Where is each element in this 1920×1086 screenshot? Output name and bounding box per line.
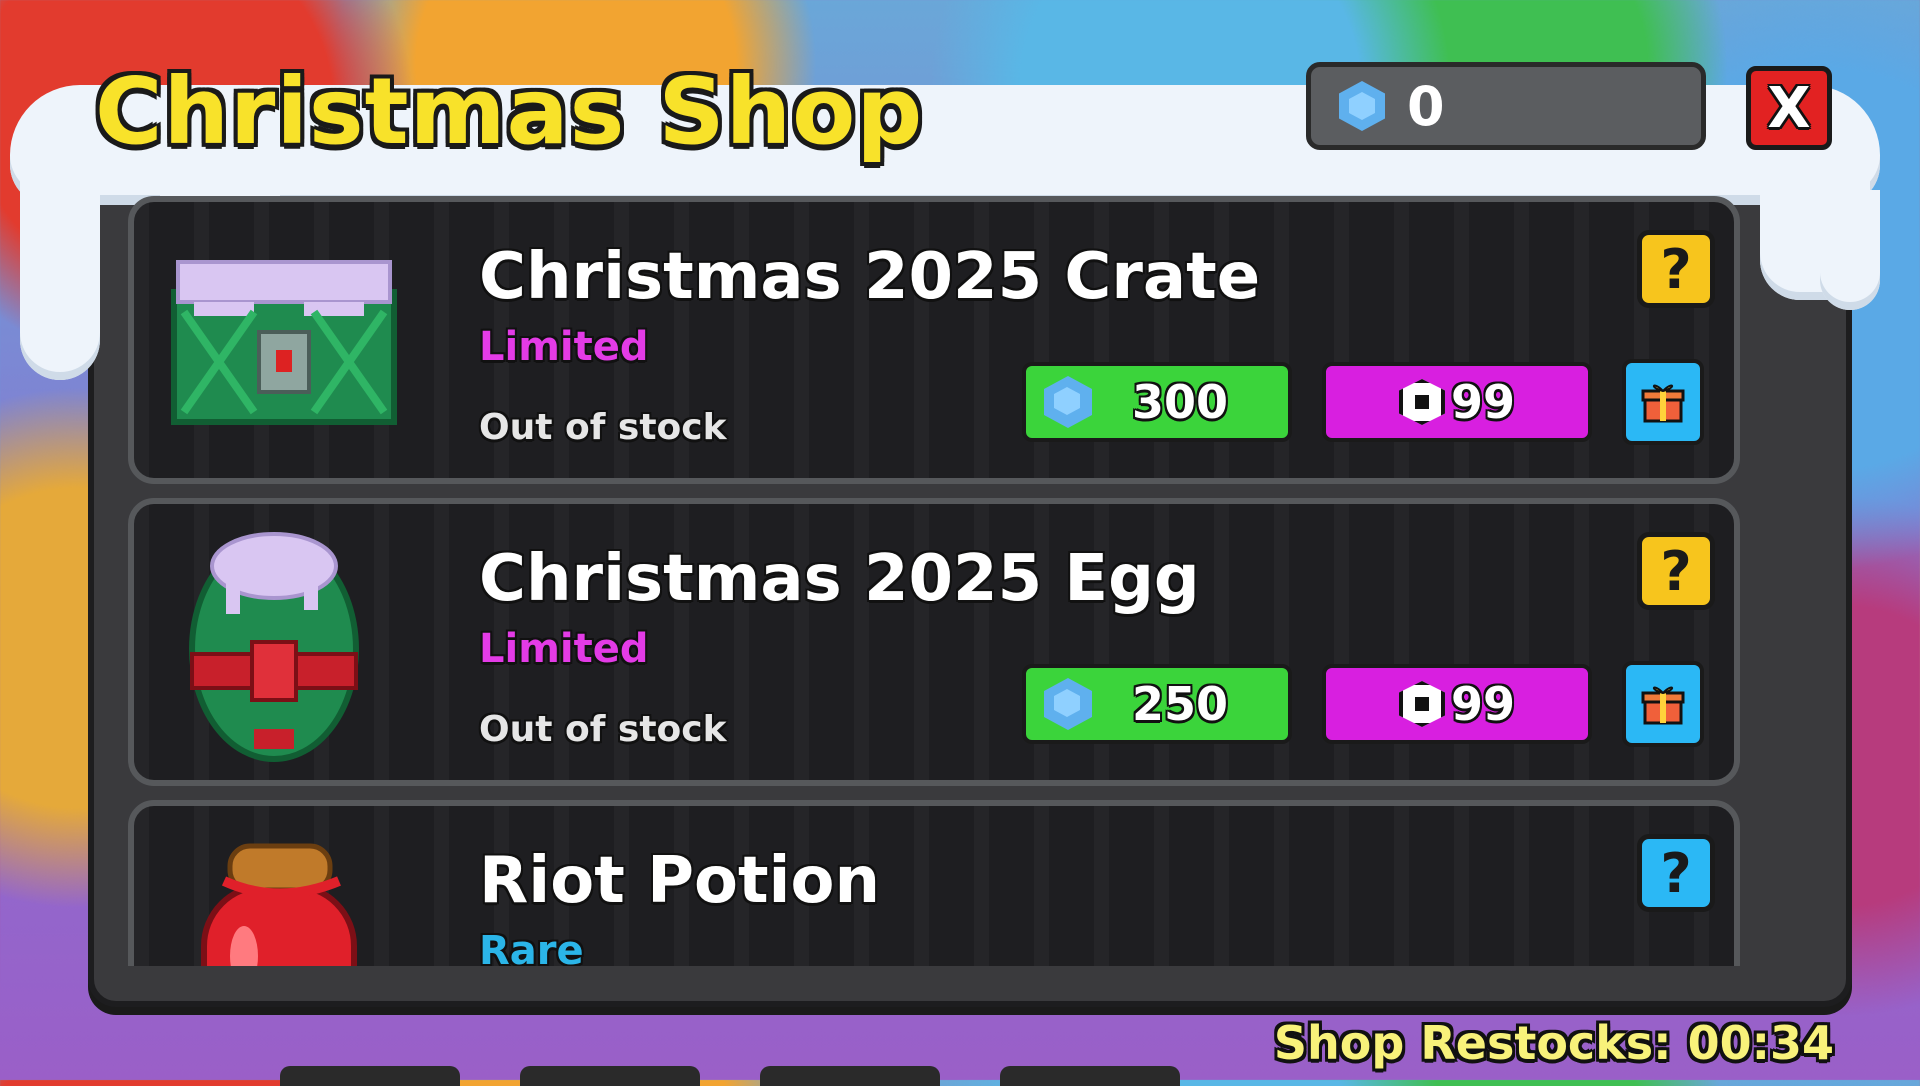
gift-button[interactable] bbox=[1622, 661, 1704, 747]
close-button[interactable]: X bbox=[1746, 66, 1832, 150]
info-button[interactable]: ? bbox=[1637, 834, 1715, 912]
item-name: Christmas 2025 Egg bbox=[479, 542, 1200, 616]
bottom-tab[interactable] bbox=[1000, 1066, 1180, 1086]
egg-image bbox=[189, 532, 359, 762]
gem-hexagon-icon bbox=[1044, 678, 1092, 730]
robux-icon bbox=[1398, 681, 1445, 727]
item-name: Christmas 2025 Crate bbox=[479, 240, 1261, 314]
buy-with-gems-button[interactable]: 300 bbox=[1022, 362, 1292, 442]
crate-image bbox=[171, 260, 397, 425]
item-rarity: Limited bbox=[479, 626, 649, 672]
gem-hexagon-icon bbox=[1044, 376, 1092, 428]
shop-title: Christmas Shop bbox=[95, 58, 924, 165]
gift-icon bbox=[1641, 686, 1685, 725]
snow-drip-left bbox=[20, 180, 100, 380]
shop-item-christmas-crate: Christmas 2025 Crate Limited Out of stoc… bbox=[128, 196, 1740, 484]
gift-button[interactable] bbox=[1622, 359, 1704, 445]
gem-price: 300 bbox=[1132, 375, 1229, 429]
bottom-tab[interactable] bbox=[760, 1066, 940, 1086]
gem-price: 250 bbox=[1132, 677, 1229, 731]
robux-icon bbox=[1398, 379, 1445, 425]
currency-balance: 0 bbox=[1306, 62, 1706, 150]
item-stock-status: Out of stock bbox=[479, 709, 727, 750]
currency-value: 0 bbox=[1407, 74, 1445, 138]
shop-item-riot-potion: Riot Potion Rare ? bbox=[128, 800, 1740, 966]
info-button[interactable]: ? bbox=[1637, 532, 1715, 610]
item-stock-status: Out of stock bbox=[479, 407, 727, 448]
buy-with-robux-button[interactable]: 99 bbox=[1322, 664, 1592, 744]
bottom-tab[interactable] bbox=[520, 1066, 700, 1086]
item-rarity: Rare bbox=[479, 928, 584, 966]
gem-hexagon-icon bbox=[1339, 81, 1385, 131]
buy-with-gems-button[interactable]: 250 bbox=[1022, 664, 1292, 744]
robux-price: 99 bbox=[1450, 375, 1515, 429]
info-button[interactable]: ? bbox=[1637, 230, 1715, 308]
shop-items-list[interactable]: Christmas 2025 Crate Limited Out of stoc… bbox=[128, 196, 1740, 966]
restock-timer: Shop Restocks: 00:34 bbox=[1273, 1016, 1834, 1070]
snow-drip-right bbox=[1820, 190, 1880, 310]
gift-icon bbox=[1641, 384, 1685, 423]
item-rarity: Limited bbox=[479, 324, 649, 370]
buy-with-robux-button[interactable]: 99 bbox=[1322, 362, 1592, 442]
robux-price: 99 bbox=[1450, 677, 1515, 731]
item-name: Riot Potion bbox=[479, 844, 880, 918]
shop-item-christmas-egg: Christmas 2025 Egg Limited Out of stock … bbox=[128, 498, 1740, 786]
bottom-tab[interactable] bbox=[280, 1066, 460, 1086]
potion-image bbox=[201, 843, 357, 966]
